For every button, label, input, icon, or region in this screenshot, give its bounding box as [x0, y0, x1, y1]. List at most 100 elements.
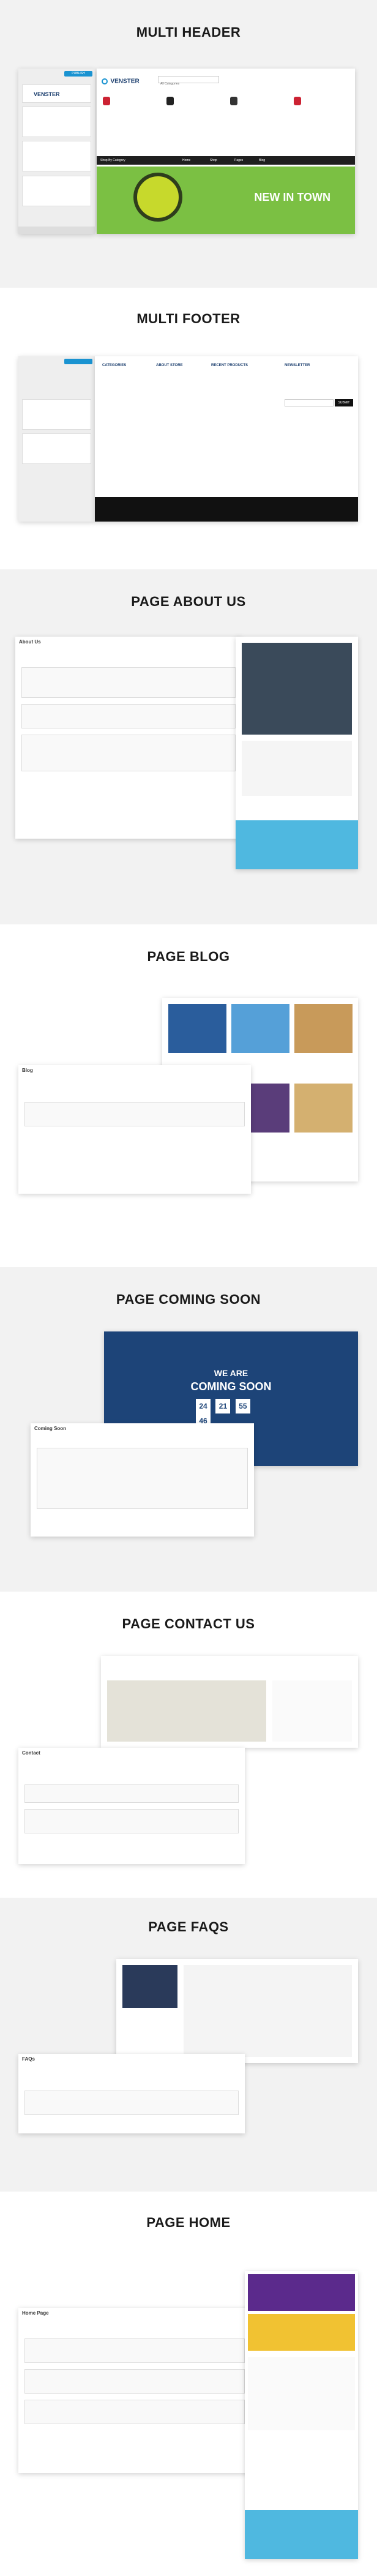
builder-row[interactable]	[24, 2369, 245, 2394]
publish-label: PUBLISH	[72, 72, 85, 75]
section-title: PAGE COMING SOON	[116, 1292, 261, 1307]
admin-editor: Blog	[18, 1065, 251, 1194]
product-strip	[97, 92, 355, 119]
header-thumb[interactable]	[22, 141, 91, 171]
section-multi-footer: MULTI FOOTER CATEGORIES ABOUT STORE RECE…	[0, 288, 377, 569]
footer-thumb[interactable]	[22, 433, 91, 464]
site-logo[interactable]: VENSTER	[102, 76, 140, 87]
hero-banner[interactable]: NEW IN TOWN	[97, 167, 355, 234]
section-faqs: PAGE FAQS FAQs	[0, 1898, 377, 2192]
logo-text: VENSTER	[110, 78, 140, 85]
header-thumb[interactable]	[22, 176, 91, 206]
home-hero[interactable]	[248, 2274, 355, 2311]
footer-preview: CATEGORIES ABOUT STORE RECENT PRODUCTS N…	[95, 356, 358, 522]
blog-card-image[interactable]	[294, 1084, 353, 1133]
product-card[interactable]	[165, 94, 220, 118]
section-title: PAGE CONTACT US	[122, 1616, 255, 1631]
main-nav: Shop By Category Home Shop Pages Blog	[97, 156, 355, 165]
submit-button[interactable]: SUBMIT	[335, 399, 353, 406]
admin-page-title: Blog	[22, 1068, 33, 1073]
section-title: MULTI HEADER	[136, 24, 241, 40]
faq-accordion[interactable]	[184, 1965, 352, 2057]
watch-image	[133, 173, 182, 222]
admin-page-title: Contact	[22, 1750, 40, 1756]
nav-item[interactable]: Shop	[210, 159, 217, 162]
product-card[interactable]	[229, 94, 284, 118]
builder-row[interactable]	[24, 2091, 239, 2115]
header-preview: VENSTER All Categories Shop By Category …	[97, 69, 355, 234]
team-grid	[242, 741, 352, 796]
product-card[interactable]	[102, 94, 157, 118]
section-coming-soon: PAGE COMING SOON WE ARE COMING SOON 24 2…	[0, 1267, 377, 1592]
publish-button[interactable]: PUBLISH	[64, 71, 92, 77]
section-multi-header: MULTI HEADER PUBLISH VENSTER VENSTER All…	[0, 0, 377, 288]
footer-bar	[95, 497, 358, 522]
builder-row[interactable]	[21, 704, 236, 728]
blog-card-image[interactable]	[294, 1004, 353, 1053]
admin-editor: About Us	[15, 637, 242, 839]
section-title: PAGE HOME	[146, 2215, 231, 2230]
logo-icon	[102, 78, 108, 84]
admin-page-title: Home Page	[22, 2310, 49, 2316]
admin-editor: Contact	[18, 1748, 245, 1864]
headline-line-1: WE ARE	[214, 1368, 248, 1378]
logo-preview: VENSTER	[22, 84, 91, 103]
section-home: PAGE HOME Home Page	[0, 2192, 377, 2576]
nav-item[interactable]: Shop By Category	[100, 159, 125, 162]
countdown-hours: 21	[215, 1399, 231, 1413]
newsletter-input[interactable]	[285, 399, 334, 406]
team-grid	[242, 643, 352, 735]
contact-preview	[101, 1656, 358, 1748]
admin-editor: Home Page	[18, 2308, 251, 2473]
blog-card-image[interactable]	[168, 1004, 226, 1053]
builder-row[interactable]	[24, 2338, 245, 2363]
home-products	[248, 2357, 355, 2430]
countdown: 24 21 55 46	[196, 1399, 269, 1428]
builder-row[interactable]	[37, 1448, 248, 1509]
submit-label: SUBMIT	[338, 401, 350, 405]
faq-sidebar	[122, 1965, 177, 2008]
builder-row[interactable]	[24, 1809, 239, 1833]
product-card[interactable]	[293, 94, 348, 118]
admin-page-title: About Us	[19, 639, 41, 645]
footer-thumb[interactable]	[22, 399, 91, 430]
contact-map[interactable]	[107, 1680, 266, 1742]
logo-text: VENSTER	[34, 91, 60, 97]
admin-page-title: Coming Soon	[34, 1426, 66, 1431]
admin-editor: Coming Soon	[31, 1423, 254, 1537]
about-preview	[236, 637, 358, 869]
customizer-footer	[18, 227, 95, 234]
section-title: PAGE ABOUT US	[131, 594, 246, 609]
footer-col-title: RECENT PRODUCTS	[211, 364, 248, 367]
publish-button[interactable]	[64, 359, 92, 364]
search-bar[interactable]: All Categories	[158, 76, 219, 86]
header-thumb[interactable]	[22, 107, 91, 137]
nav-item[interactable]: Blog	[259, 159, 265, 162]
nav-item[interactable]: Home	[182, 159, 190, 162]
builder-row[interactable]	[24, 2400, 245, 2424]
admin-editor: FAQs	[18, 2054, 245, 2133]
headline-line-2: COMING SOON	[190, 1380, 272, 1393]
banner-title: NEW IN TOWN	[254, 191, 330, 203]
home-category-tiles	[248, 2314, 355, 2351]
search-category: All Categories	[160, 82, 180, 86]
section-blog: PAGE BLOG Blog	[0, 924, 377, 1267]
brand-strip	[236, 820, 358, 869]
customizer-panel: PUBLISH VENSTER	[18, 69, 95, 234]
builder-row[interactable]	[24, 1784, 239, 1803]
builder-row[interactable]	[21, 667, 236, 698]
admin-page-title: FAQs	[22, 2056, 35, 2062]
section-contact-us: PAGE CONTACT US Contact	[0, 1592, 377, 1898]
section-about-us: PAGE ABOUT US About Us	[0, 569, 377, 924]
footer-col-title: CATEGORIES	[102, 364, 127, 367]
builder-row[interactable]	[21, 735, 236, 771]
section-title: PAGE FAQS	[148, 1919, 229, 1934]
blog-card-image[interactable]	[231, 1004, 289, 1053]
contact-form	[272, 1680, 352, 1742]
home-preview	[245, 2271, 358, 2559]
nav-item[interactable]: Pages	[234, 159, 243, 162]
faqs-preview	[116, 1959, 358, 2063]
builder-row[interactable]	[24, 1102, 245, 1126]
footer-col-title: NEWSLETTER	[285, 364, 310, 367]
section-title: PAGE BLOG	[147, 949, 230, 964]
